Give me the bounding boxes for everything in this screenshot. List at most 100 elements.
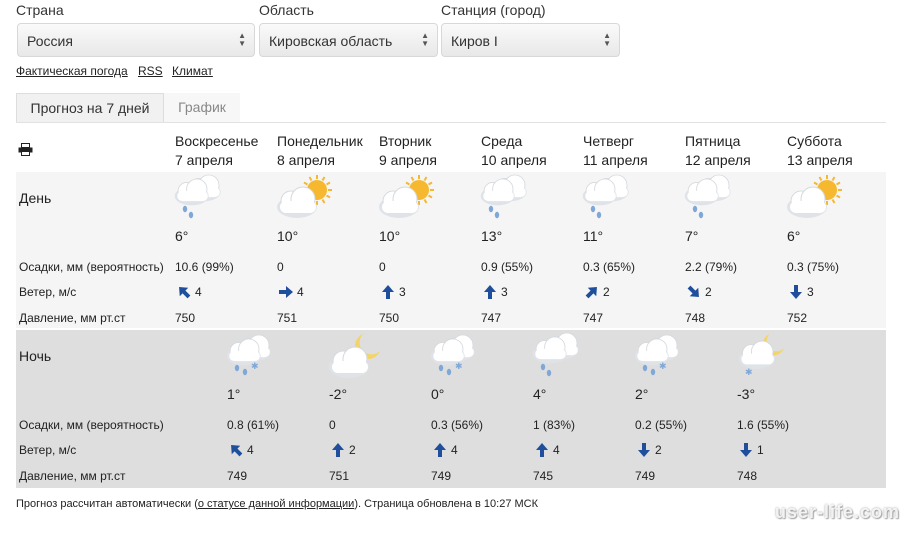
wind-speed: 4 [247,443,254,457]
temperature: 11° [583,228,604,244]
temperature: -3° [737,386,756,402]
status-info-link[interactable]: о статусе данной информации [198,498,354,510]
pressure: 749 [431,469,452,483]
tab-forecast[interactable]: Прогноз на 7 дней [16,93,164,122]
day-name: Понедельник [277,133,363,149]
day-name: Среда [481,133,523,149]
temperature: 10° [277,228,299,244]
wind-arrow-icon [740,443,752,457]
sun-cloud-icon [277,175,332,218]
wind-cell: 2 [331,443,356,457]
country-label: Страна [16,2,64,18]
station-select-value: Киров I [451,33,498,49]
precipitation: 0.3 (65%) [583,260,636,274]
pressure: 751 [277,311,298,325]
wind-speed: 3 [807,285,814,299]
day-date: 11 апреля [583,152,648,168]
cloud-rain-icon [174,174,221,219]
precipitation: 2.2 (79%) [685,260,738,274]
pressure: 749 [227,469,248,483]
temperature: 1° [227,386,241,402]
region-select-value: Кировская область [269,33,393,49]
night-pressure-label: Давление, мм рт.ст [19,469,126,483]
day-name: Четверг [583,133,635,149]
climate-link[interactable]: Климат [172,64,213,78]
precipitation: 0.2 (55%) [635,418,688,432]
day-date: 13 апреля [787,152,853,168]
night-wind-label: Ветер, м/с [19,443,77,457]
day-pressure-label: Давление, мм рт.ст [19,311,126,325]
day-wind-label: Ветер, м/с [19,285,77,299]
wind-arrow-icon [638,443,650,457]
sun-cloud-icon [379,175,434,218]
region-label: Область [259,2,314,18]
wind-arrow-icon [434,443,446,457]
station-select[interactable]: Киров I ▲ ▼ [441,23,620,57]
select-arrows-icon: ▲ ▼ [238,31,246,48]
wind-arrow-icon [231,445,243,457]
temperature: 7° [685,228,699,244]
pressure: 745 [533,469,554,483]
footer-text-before: Прогноз рассчитан автоматически ( [16,498,198,510]
wind-speed: 4 [297,285,304,299]
day-date: 9 апреля [379,152,437,168]
cloud-rain-snow-icon: ✱ [226,334,271,376]
country-select[interactable]: Россия ▲ ▼ [17,23,255,57]
wind-arrow-icon [790,285,802,299]
precipitation: 0 [379,260,386,274]
wind-cell: 2 [585,285,610,299]
pressure: 747 [481,311,502,325]
wind-speed: 3 [399,285,406,299]
footer-text-after: ). Страница обновлена в 10:27 МСК [354,498,539,510]
temperature: 4° [533,386,547,402]
select-arrows-icon: ▲ ▼ [421,31,429,48]
moon-cloud-snow-icon: ✱ [735,331,795,379]
rss-link[interactable]: RSS [138,64,163,78]
cloud-rain-icon [581,173,641,221]
country-select-value: Россия [27,33,73,49]
cloud-rain-icon [684,174,731,219]
temperature: 10° [379,228,401,244]
sun-cloud-icon [785,173,845,221]
day-name: Воскресенье [175,133,259,149]
wind-speed: 3 [501,285,508,299]
wind-cell: 4 [535,443,560,457]
wind-arrow-icon [687,285,699,297]
day-date: 7 апреля [175,152,233,168]
night-label: Ночь [19,348,52,364]
printer-icon[interactable] [18,143,33,156]
temperature: 0° [431,386,445,402]
svg-text:✱: ✱ [251,362,259,372]
temperature: 2° [635,386,649,402]
cloud-rain-icon [479,173,539,221]
wind-cell: 4 [177,285,202,299]
cloud-rain-snow-icon: ✱ [634,334,679,376]
moon-cloud-icon [329,334,380,378]
day-date: 10 апреля [481,152,547,168]
pressure: 752 [787,311,808,325]
tab-divider [16,122,886,123]
wind-cell: 4 [229,443,254,457]
wind-arrow-icon [536,443,548,457]
svg-text:✱: ✱ [659,362,667,372]
station-label: Станция (город) [441,2,546,18]
actual-weather-link[interactable]: Фактическая погода [16,64,128,78]
wind-speed: 2 [349,443,356,457]
day-name: Суббота [787,133,842,149]
wind-arrow-icon [179,287,191,299]
wind-cell: 3 [483,285,508,299]
day-name: Вторник [379,133,432,149]
pressure: 750 [379,311,400,325]
precipitation: 0 [277,260,284,274]
cloud-rain-snow-icon: ✱ [633,331,693,379]
region-select[interactable]: Кировская область ▲ ▼ [259,23,438,57]
day-section [16,172,886,328]
precipitation: 0.8 (61%) [227,418,280,432]
sun-cloud-icon [787,175,842,218]
sun-cloud-icon [275,173,335,221]
cloud-rain-icon [531,331,591,379]
tab-chart[interactable]: График [164,93,240,122]
precipitation: 1 (83%) [533,418,576,432]
watermark: user-life.com [775,502,901,522]
pressure: 749 [635,469,656,483]
